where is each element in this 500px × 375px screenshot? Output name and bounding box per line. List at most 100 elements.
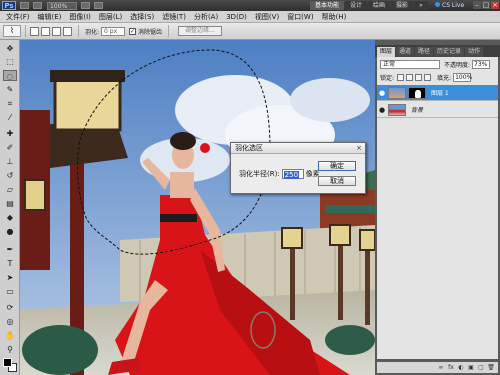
menu-window[interactable]: 窗口(W) — [283, 11, 317, 23]
antialias-label: 消除锯齿 — [138, 28, 163, 36]
layer-thumbnail — [388, 86, 406, 99]
dodge-tool-icon[interactable]: ● — [3, 226, 17, 237]
visibility-eye-icon[interactable]: ● — [377, 89, 387, 97]
feather-radius-input[interactable]: 250 — [281, 169, 304, 179]
menu-3d[interactable]: 3D(D) — [222, 11, 251, 23]
layer-style-icon[interactable]: fx — [447, 364, 455, 371]
bridge-icon[interactable] — [20, 2, 29, 9]
screen-mode-icon[interactable] — [94, 2, 103, 9]
photo-artwork — [20, 40, 375, 375]
pen-tool-icon[interactable]: ✒ — [3, 244, 17, 255]
document-canvas[interactable] — [20, 40, 375, 375]
workspace-more[interactable]: » — [414, 1, 428, 10]
small-lantern — [281, 227, 303, 249]
opacity-input[interactable]: 73% — [472, 60, 491, 69]
lasso-tool-icon[interactable]: ◌ — [3, 70, 17, 81]
brush-tool-icon[interactable]: ✐ — [3, 142, 17, 153]
panel-tab-bar: 图层 通道 路径 历史记录 动作 — [375, 45, 500, 57]
ok-button[interactable]: 确定 — [318, 161, 356, 171]
hand-tool-icon[interactable]: ✋ — [3, 330, 17, 341]
tab-layers[interactable]: 图层 — [377, 47, 396, 57]
menu-view[interactable]: 视图(V) — [251, 11, 283, 23]
hair — [170, 132, 196, 150]
visibility-eye-icon[interactable]: ● — [377, 106, 387, 114]
menu-edit[interactable]: 编辑(E) — [34, 11, 66, 23]
cs-live-icon — [435, 2, 440, 7]
dress-belt — [160, 214, 197, 222]
layer-row-background[interactable]: ● 背景 — [377, 102, 498, 118]
cs-live-button[interactable]: CS Live — [435, 1, 464, 10]
menu-file[interactable]: 文件(F) — [2, 11, 34, 23]
antialias-checkbox[interactable]: ✓ — [129, 27, 137, 35]
shape-tool-icon[interactable]: ▭ — [3, 286, 17, 297]
path-select-tool-icon[interactable]: ➤ — [3, 272, 17, 283]
new-selection-icon[interactable] — [30, 26, 39, 36]
small-lantern — [359, 229, 375, 251]
move-tool-icon[interactable]: ✥ — [3, 43, 17, 54]
layer-name[interactable]: 图层 1 — [431, 88, 449, 97]
dialog-close-icon[interactable]: × — [356, 144, 362, 152]
lamp-base — [22, 325, 98, 375]
menu-help[interactable]: 帮助(H) — [318, 11, 351, 23]
history-brush-tool-icon[interactable]: ↺ — [3, 170, 17, 181]
menu-layer[interactable]: 图层(L) — [95, 11, 126, 23]
feather-radius-label: 羽化半径(R): — [239, 170, 280, 178]
zoom-level-field[interactable]: 100% — [47, 1, 77, 10]
cs-live-label: CS Live — [442, 2, 465, 9]
refine-edge-button[interactable]: 调整边缘... — [178, 26, 222, 36]
crop-tool-icon[interactable]: ⌗ — [3, 98, 17, 109]
workspace-photography[interactable]: 摄影 — [391, 1, 414, 10]
eraser-tool-icon[interactable]: ▱ — [3, 184, 17, 195]
marquee-tool-icon[interactable]: ⬚ — [3, 56, 17, 67]
layers-footer: ∞ fx ◐ ▣ ▢ 🗑 — [377, 362, 498, 373]
3d-orbit-tool-icon[interactable]: ◎ — [3, 316, 17, 327]
layer-mask-thumbnail[interactable] — [408, 86, 426, 99]
type-tool-icon[interactable]: T — [3, 258, 17, 269]
3d-rotate-tool-icon[interactable]: ⟳ — [3, 302, 17, 313]
gradient-tool-icon[interactable]: ▤ — [3, 198, 17, 209]
close-button[interactable]: × — [491, 1, 499, 9]
feather-input[interactable]: 0 px — [101, 26, 126, 36]
workspace-design[interactable]: 设计 — [345, 1, 368, 10]
new-layer-icon[interactable]: ▢ — [477, 364, 485, 371]
quick-select-tool-icon[interactable]: ✎ — [3, 84, 17, 95]
menu-image[interactable]: 图像(I) — [65, 11, 95, 23]
menu-analysis[interactable]: 分析(A) — [190, 11, 222, 23]
layer-mask-icon[interactable]: ▣ — [467, 364, 475, 371]
lock-all-icon[interactable] — [424, 74, 432, 81]
tab-history[interactable]: 历史记录 — [434, 47, 465, 57]
lock-position-icon[interactable] — [415, 74, 423, 81]
tab-actions[interactable]: 动作 — [465, 47, 484, 57]
menu-select[interactable]: 选择(S) — [126, 11, 158, 23]
cancel-button[interactable]: 取消 — [318, 176, 356, 186]
foreground-color-swatch[interactable] — [3, 358, 12, 367]
delete-layer-icon[interactable]: 🗑 — [487, 364, 495, 371]
fill-input[interactable]: 100% — [453, 73, 472, 82]
add-to-selection-icon[interactable] — [41, 26, 50, 36]
arrange-documents-icon[interactable] — [81, 2, 90, 9]
lock-image-icon[interactable] — [406, 74, 414, 81]
lasso-tool-preset-icon[interactable]: ⌇ — [3, 25, 21, 37]
workspace-essentials[interactable]: 基本功能 — [310, 1, 345, 10]
subtract-selection-icon[interactable] — [52, 26, 61, 36]
tab-paths[interactable]: 路径 — [415, 47, 434, 57]
layer-row-layer1[interactable]: ● 图层 1 — [377, 85, 498, 101]
adjustment-layer-icon[interactable]: ◐ — [457, 364, 465, 371]
eyedropper-tool-icon[interactable]: ⁄ — [3, 112, 17, 123]
clone-stamp-tool-icon[interactable]: ⊥ — [3, 156, 17, 167]
minibridge-icon[interactable] — [33, 2, 42, 9]
maximize-button[interactable]: □ — [482, 1, 490, 9]
layer-name[interactable]: 背景 — [411, 105, 423, 114]
workspace-painting[interactable]: 绘画 — [368, 1, 391, 10]
healing-brush-tool-icon[interactable]: ✚ — [3, 128, 17, 139]
blend-mode-select[interactable]: 正常 — [380, 60, 440, 69]
lock-transparent-icon[interactable] — [397, 74, 405, 81]
link-layers-icon[interactable]: ∞ — [437, 364, 445, 371]
intersect-selection-icon[interactable] — [63, 26, 72, 36]
tab-channels[interactable]: 通道 — [396, 47, 415, 57]
menu-filter[interactable]: 滤镜(T) — [158, 11, 190, 23]
blur-tool-icon[interactable]: ◆ — [3, 212, 17, 223]
feather-label: 羽化: — [85, 28, 100, 36]
zoom-tool-icon[interactable]: ⚲ — [3, 344, 17, 355]
minimize-button[interactable]: – — [473, 1, 481, 9]
